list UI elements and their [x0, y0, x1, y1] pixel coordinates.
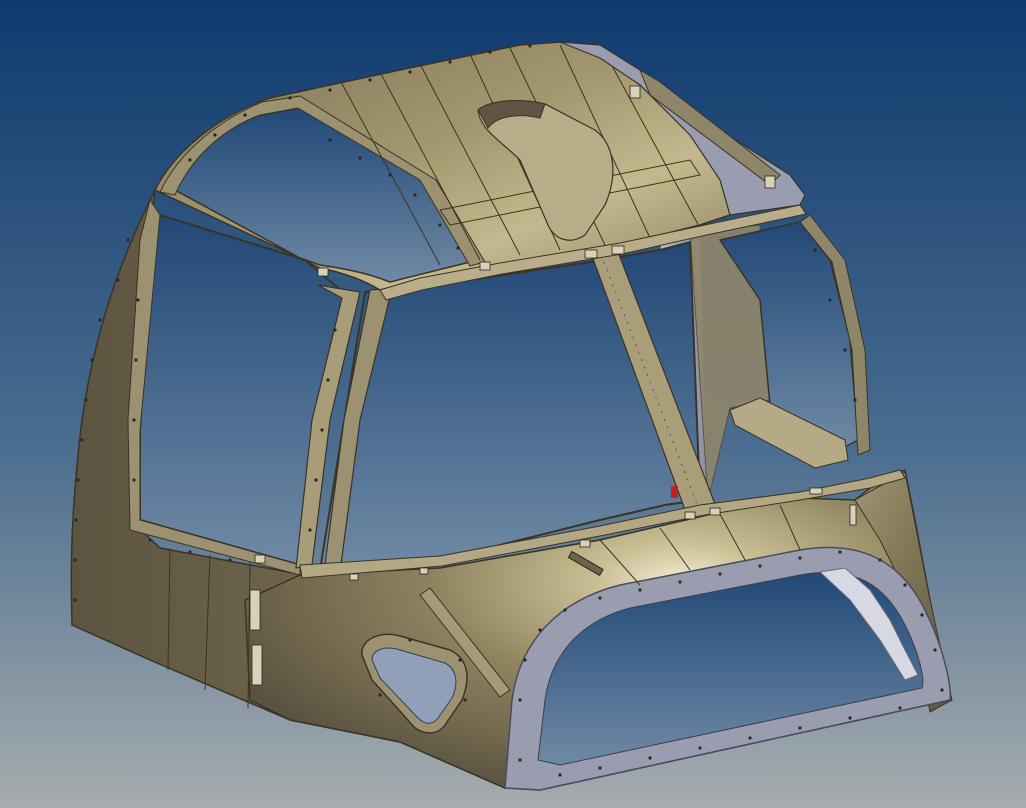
canopy-model-render[interactable]: [0, 0, 1026, 808]
3d-viewport[interactable]: [0, 0, 1026, 808]
red-marker: [671, 486, 678, 498]
